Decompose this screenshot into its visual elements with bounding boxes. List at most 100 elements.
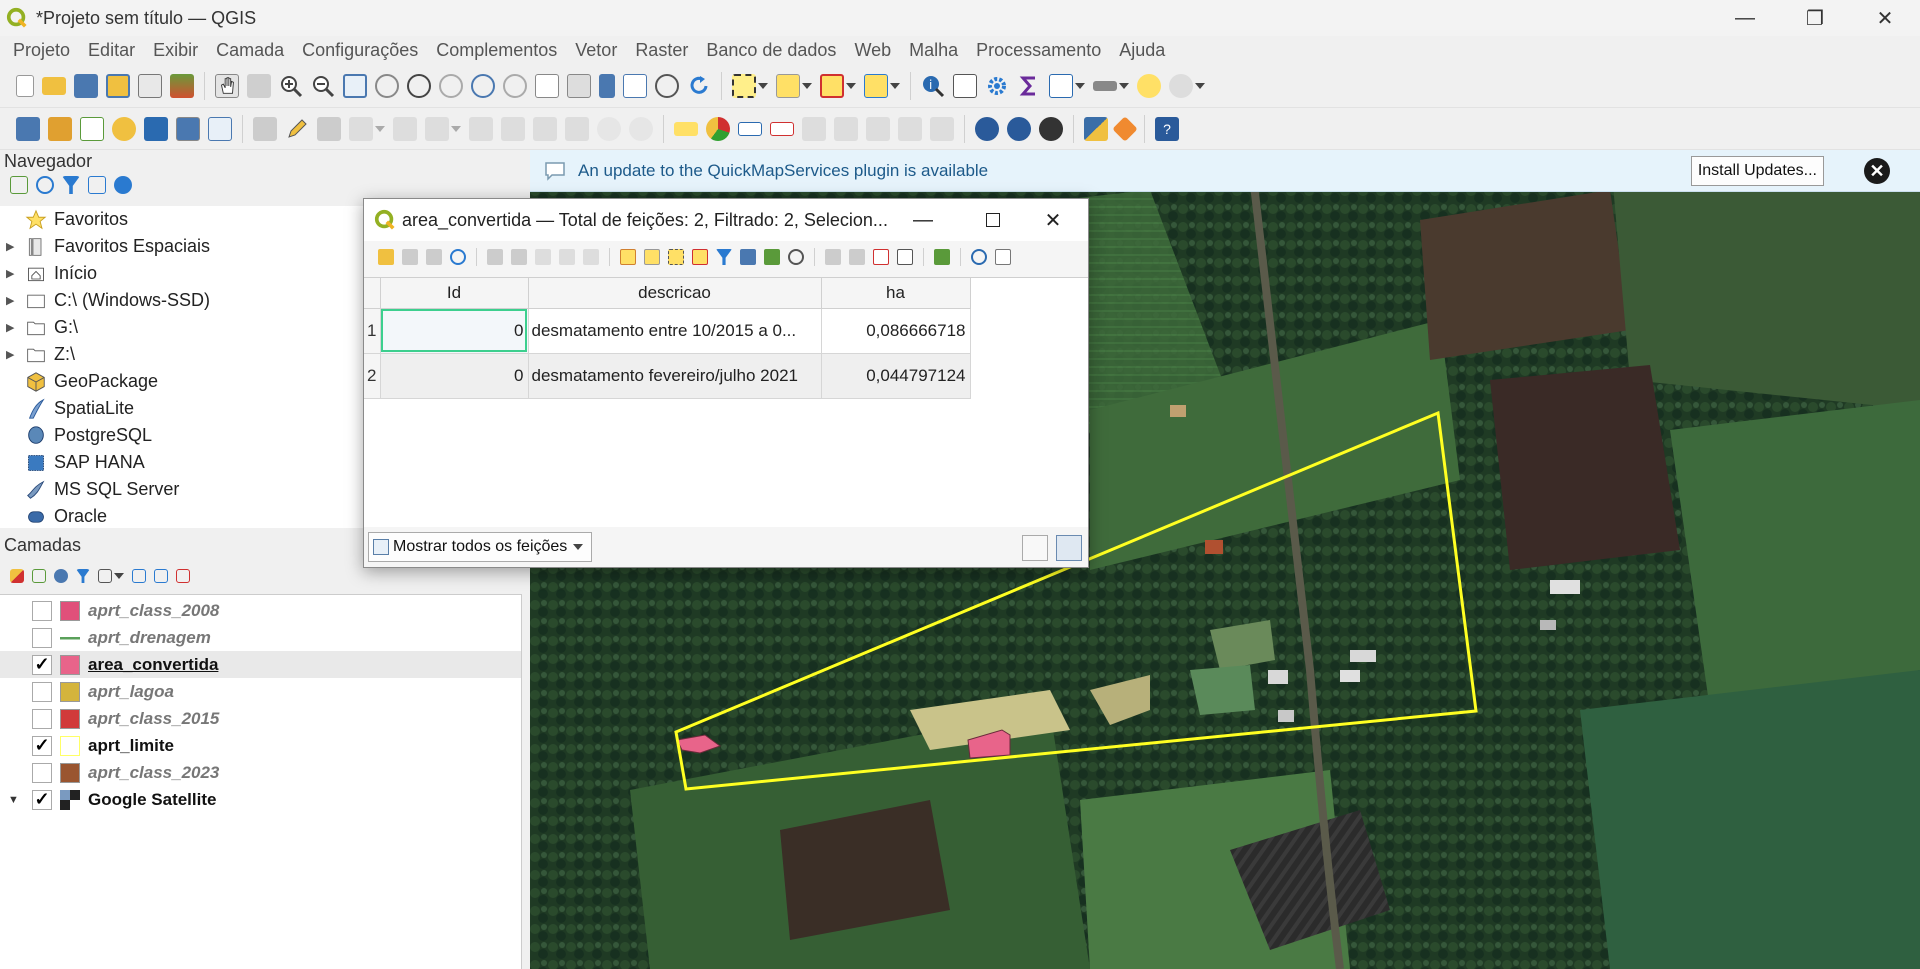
select-by-value-icon[interactable] bbox=[776, 73, 800, 98]
temporal-controller-icon[interactable] bbox=[655, 73, 679, 98]
add-vector-layer-icon[interactable] bbox=[16, 116, 40, 141]
measure-line-icon[interactable] bbox=[1093, 80, 1117, 91]
attr-maximize-button[interactable] bbox=[968, 199, 1018, 241]
redo-icon[interactable] bbox=[629, 116, 653, 141]
zoom-out-icon[interactable] bbox=[311, 74, 335, 98]
cut-features-icon[interactable] bbox=[501, 116, 525, 141]
identify-features-icon[interactable]: i bbox=[921, 74, 945, 98]
properties-info-icon[interactable] bbox=[114, 176, 132, 194]
save-edits-icon[interactable] bbox=[426, 249, 442, 265]
expand-arrow-icon[interactable]: ▶ bbox=[6, 294, 16, 307]
remove-layer-icon[interactable] bbox=[176, 569, 190, 583]
cut-icon[interactable] bbox=[535, 249, 551, 265]
select-location-icon[interactable] bbox=[864, 73, 888, 98]
collapse-arrow-icon[interactable]: ▼ bbox=[8, 794, 24, 806]
column-header-ha[interactable]: ha bbox=[821, 278, 971, 309]
table-row[interactable]: 1 0 desmatamento entre 10/2015 a 0... 0,… bbox=[364, 308, 971, 354]
menu-processamento[interactable]: Processamento bbox=[976, 40, 1101, 61]
actions-icon[interactable] bbox=[971, 249, 987, 265]
save-edits-icon[interactable] bbox=[317, 116, 341, 141]
modify-attributes-icon[interactable] bbox=[425, 116, 449, 141]
install-updates-button[interactable]: Install Updates... bbox=[1690, 156, 1824, 186]
menu-web[interactable]: Web bbox=[854, 40, 891, 61]
show-bookmarks-icon[interactable] bbox=[623, 73, 647, 98]
current-edits-icon[interactable] bbox=[253, 116, 277, 141]
manage-themes-icon[interactable] bbox=[54, 569, 68, 583]
collapse-layers-icon[interactable] bbox=[154, 569, 168, 583]
cell-ha[interactable]: 0,044797124 bbox=[821, 353, 971, 399]
copy-icon[interactable] bbox=[559, 249, 575, 265]
menu-complementos[interactable]: Complementos bbox=[436, 40, 557, 61]
pan-to-selection-icon[interactable] bbox=[247, 73, 271, 98]
zoom-native-icon[interactable] bbox=[439, 73, 463, 98]
layer-row[interactable]: aprt_class_2015 bbox=[0, 705, 521, 732]
add-selected-layers-icon[interactable] bbox=[10, 176, 28, 194]
delete-selected-icon[interactable] bbox=[469, 116, 493, 141]
cell-ha[interactable]: 0,086666718 bbox=[821, 308, 971, 354]
paste-icon[interactable] bbox=[583, 249, 599, 265]
attr-close-button[interactable]: ✕ bbox=[1028, 199, 1078, 241]
layer-row[interactable]: aprt_class_2023 bbox=[0, 759, 521, 786]
new-field-icon[interactable] bbox=[825, 249, 841, 265]
python-console-icon[interactable] bbox=[1084, 116, 1108, 141]
layer-visibility-checkbox[interactable]: ✓ bbox=[32, 789, 52, 810]
layer-row[interactable]: aprt_drenagem bbox=[0, 624, 521, 651]
print-layout-icon[interactable] bbox=[138, 73, 162, 98]
add-feature-icon[interactable] bbox=[349, 116, 373, 141]
filter-legend-icon[interactable] bbox=[76, 569, 90, 583]
menu-editar[interactable]: Editar bbox=[88, 40, 135, 61]
layer-visibility-checkbox[interactable] bbox=[32, 681, 52, 702]
refresh-icon[interactable] bbox=[687, 74, 711, 98]
copy-features-icon[interactable] bbox=[533, 116, 557, 141]
delete-feature-icon[interactable] bbox=[511, 249, 527, 265]
field-calculator-icon[interactable] bbox=[873, 249, 889, 265]
layer-row[interactable]: aprt_class_2008 bbox=[0, 597, 521, 624]
add-mesh-icon[interactable] bbox=[208, 116, 232, 141]
delete-field-icon[interactable] bbox=[849, 249, 865, 265]
form-view-button[interactable] bbox=[1022, 535, 1048, 561]
add-raster-layer-icon[interactable] bbox=[48, 116, 72, 141]
filter-select-icon[interactable] bbox=[716, 249, 732, 265]
add-wfs-icon[interactable] bbox=[176, 116, 200, 141]
menu-raster[interactable]: Raster bbox=[635, 40, 688, 61]
multi-edit-icon[interactable] bbox=[402, 249, 418, 265]
expand-arrow-icon[interactable]: ▶ bbox=[6, 240, 16, 253]
zoom-full-icon[interactable] bbox=[343, 73, 367, 98]
pan-map-icon[interactable] bbox=[215, 73, 239, 98]
show-all-features-dropdown[interactable]: Mostrar todos os feições bbox=[368, 532, 593, 562]
paste-features-icon[interactable] bbox=[565, 116, 589, 141]
menu-malha[interactable]: Malha bbox=[909, 40, 958, 61]
label-pin-icon[interactable] bbox=[738, 121, 762, 136]
new-map-view-icon[interactable] bbox=[535, 73, 559, 98]
move-selection-top-icon[interactable] bbox=[740, 249, 756, 265]
quickmapservices-icon[interactable] bbox=[975, 116, 999, 141]
layer-visibility-checkbox[interactable] bbox=[32, 600, 52, 621]
filter-browser-icon[interactable] bbox=[62, 176, 80, 194]
layer-row[interactable]: ✓ aprt_limite bbox=[0, 732, 521, 759]
change-label-icon[interactable] bbox=[866, 116, 890, 141]
toggle-editing-icon[interactable] bbox=[378, 249, 394, 265]
menu-exibir[interactable]: Exibir bbox=[153, 40, 198, 61]
cell-descricao[interactable]: desmatamento entre 10/2015 a 0... bbox=[528, 308, 822, 354]
pan-to-selected-icon[interactable] bbox=[764, 249, 780, 265]
menu-vetor[interactable]: Vetor bbox=[575, 40, 617, 61]
toolbox-gear-icon[interactable] bbox=[985, 74, 1009, 98]
deselect-all-icon[interactable] bbox=[820, 73, 844, 98]
layer-visibility-checkbox[interactable] bbox=[32, 762, 52, 783]
collapse-all-icon[interactable] bbox=[88, 176, 106, 194]
deselect-icon[interactable] bbox=[692, 249, 708, 265]
label-highlight-icon[interactable] bbox=[770, 121, 794, 136]
layer-row[interactable]: aprt_lagoa bbox=[0, 678, 521, 705]
expand-arrow-icon[interactable]: ▶ bbox=[6, 321, 16, 334]
menu-camada[interactable]: Camada bbox=[216, 40, 284, 61]
attr-minimize-button[interactable]: — bbox=[898, 199, 948, 241]
row-number[interactable]: 1 bbox=[364, 308, 381, 354]
style-manager-icon[interactable] bbox=[170, 73, 194, 98]
plugin-globe-icon[interactable] bbox=[1039, 116, 1063, 141]
layer-row[interactable]: ▼ ✓ Google Satellite bbox=[0, 786, 521, 813]
layer-visibility-checkbox[interactable]: ✓ bbox=[32, 735, 52, 756]
undo-icon[interactable] bbox=[597, 116, 621, 141]
menu-configuracoes[interactable]: Configurações bbox=[302, 40, 418, 61]
select-all-icon[interactable] bbox=[644, 249, 660, 265]
expand-all-icon[interactable] bbox=[132, 569, 146, 583]
